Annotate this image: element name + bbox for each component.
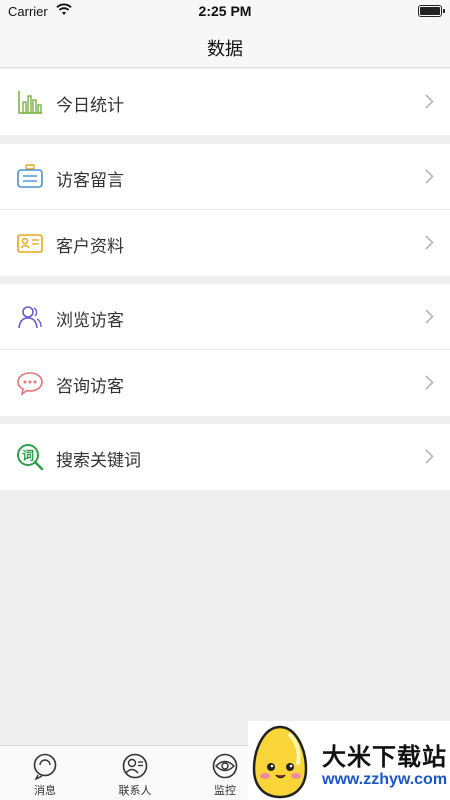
chevron-right-icon <box>425 94 434 109</box>
contacts-icon <box>122 753 148 779</box>
menu-group-visitors: 浏览访客 咨询访客 <box>0 284 450 416</box>
message-icon <box>33 753 57 780</box>
menu-item-search-keywords[interactable]: 词 搜索关键词 <box>0 424 450 490</box>
menu-item-today-stats[interactable]: 今日统计 <box>0 69 450 135</box>
keyword-search-icon: 词 <box>17 444 44 471</box>
menu-group-customers: 访客留言 客户资料 <box>0 144 450 276</box>
chevron-right-icon <box>425 235 434 250</box>
chevron-right-icon <box>425 169 434 184</box>
chat-bubble-icon <box>17 372 43 396</box>
menu-item-label: 今日统计 <box>56 96 124 115</box>
tab-label: 消息 <box>34 785 56 797</box>
message-board-icon <box>17 164 43 188</box>
menu-item-customer-profiles[interactable]: 客户资料 <box>0 210 450 276</box>
menu-item-label: 咨询访客 <box>56 377 124 396</box>
mascot-logo <box>252 725 308 799</box>
watermark: 大米下载站 www.zzhyw.com <box>248 721 450 800</box>
tab-label: 联系人 <box>118 785 152 797</box>
svg-text:词: 词 <box>22 449 34 463</box>
battery-icon <box>418 5 445 17</box>
page-title: 数据 <box>207 39 243 59</box>
chevron-right-icon <box>425 309 434 324</box>
tab-contacts[interactable]: 联系人 <box>90 746 180 800</box>
visitors-icon <box>18 306 42 329</box>
menu-item-consulting-visitors[interactable]: 咨询访客 <box>0 350 450 416</box>
menu-group-stats: 今日统计 <box>0 69 450 135</box>
watermark-title: 大米下载站 <box>322 744 447 771</box>
status-bar: Carrier 2:25 PM <box>0 0 450 24</box>
id-card-icon <box>17 234 43 253</box>
chevron-right-icon <box>425 449 434 464</box>
menu-group-keywords: 词 搜索关键词 <box>0 424 450 490</box>
menu-item-browsing-visitors[interactable]: 浏览访客 <box>0 284 450 350</box>
eye-icon <box>212 753 238 779</box>
menu-item-label: 访客留言 <box>56 171 124 190</box>
nav-bar: 数据 <box>0 24 450 68</box>
chevron-right-icon <box>425 375 434 390</box>
menu-item-label: 搜索关键词 <box>56 451 141 470</box>
watermark-url: www.zzhyw.com <box>322 771 448 788</box>
status-time: 2:25 PM <box>198 3 252 19</box>
bar-chart-icon <box>18 91 42 114</box>
menu-item-visitor-messages[interactable]: 访客留言 <box>0 144 450 210</box>
menu-item-label: 浏览访客 <box>56 311 124 330</box>
menu-item-label: 客户资料 <box>56 237 124 256</box>
tab-messages[interactable]: 消息 <box>0 746 90 800</box>
